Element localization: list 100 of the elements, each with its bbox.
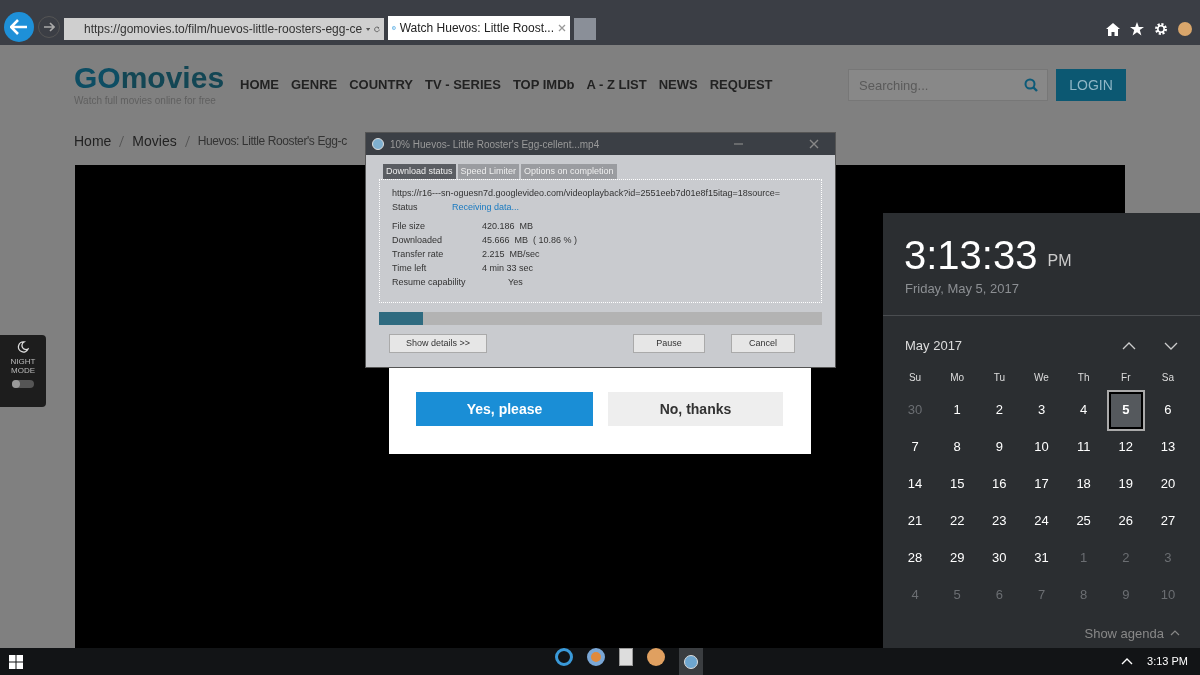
status-value: Receiving data... <box>452 201 520 214</box>
home-icon[interactable] <box>1106 22 1120 36</box>
address-bar[interactable]: https://gomovies.to/film/huevos-little-roosters-egg-ce <box>64 18 384 40</box>
field-label: Downloaded <box>392 234 444 247</box>
nav-link[interactable]: A - Z LIST <box>586 75 647 95</box>
nav-link[interactable]: REQUEST <box>709 75 773 95</box>
weekday-label: We <box>1033 370 1050 385</box>
calendar-day[interactable]: 23 <box>978 502 1021 540</box>
nav-link[interactable]: COUNTRY <box>349 75 414 95</box>
calendar-day[interactable]: 27 <box>1146 502 1189 540</box>
dropdown-icon[interactable] <box>366 26 371 32</box>
field-value: Yes <box>508 276 523 289</box>
taskbar-clock[interactable]: 3:13 PM <box>1147 653 1188 670</box>
calendar-day[interactable]: 26 <box>1104 502 1147 540</box>
calendar-day[interactable]: 8 <box>936 428 979 466</box>
app-taskbar-icon[interactable] <box>647 648 665 666</box>
show-agenda-link[interactable]: Show agenda <box>1084 623 1164 643</box>
dialog-title: 10% Huevos- Little Rooster's Egg-cellent...mp4 <box>390 137 601 152</box>
refresh-icon[interactable] <box>374 24 380 34</box>
calendar-day[interactable]: 12 <box>1104 428 1147 466</box>
show-details-button[interactable]: Show details >> <box>389 334 487 353</box>
calendar-day[interactable]: 4 <box>1062 391 1105 429</box>
browser-tab[interactable]: Watch Huevos: Little Roost... <box>388 16 570 40</box>
pause-button[interactable]: Pause <box>633 334 705 353</box>
weekday-label: Tu <box>992 370 1006 385</box>
calendar-day[interactable]: 22 <box>936 502 979 540</box>
field-value: 2.215 MB/sec <box>482 248 540 261</box>
weekday-label: Su <box>907 370 923 385</box>
field-value: 420.186 MB <box>482 220 534 233</box>
calendar-day[interactable]: 10 <box>1020 428 1063 466</box>
clock-ampm: PM <box>1047 251 1072 271</box>
weekday-label: Fr <box>1120 370 1132 385</box>
login-button[interactable]: LOGIN <box>1056 69 1126 101</box>
weekday-label: Mo <box>949 370 966 385</box>
nav-link[interactable]: GENRE <box>291 75 338 95</box>
close-icon[interactable] <box>558 24 566 32</box>
calendar-day[interactable]: 15 <box>936 465 979 503</box>
calendar-day[interactable]: 1 <box>936 391 979 429</box>
calendar-day[interactable]: 25 <box>1062 502 1105 540</box>
settings-icon[interactable] <box>1154 22 1168 36</box>
calendar-day[interactable]: 16 <box>978 465 1021 503</box>
star-icon[interactable] <box>1130 22 1144 36</box>
night-mode-label: NIGHT MODE <box>9 357 37 375</box>
night-mode-toggle[interactable] <box>12 380 34 388</box>
back-arrow-icon <box>10 19 28 35</box>
field-label: Resume capability <box>392 276 467 289</box>
moon-icon <box>17 341 29 353</box>
calendar-day[interactable]: 7 <box>894 428 937 466</box>
download-url: https://r16---sn-oguesn7d.googlevideo.com/videoplayback?id=2551eeb7d01e8f15itag=18source= <box>392 187 782 200</box>
back-button[interactable] <box>4 12 34 42</box>
chevron-up-icon[interactable] <box>1122 341 1136 350</box>
chevron-down-icon[interactable] <box>1164 341 1178 350</box>
breadcrumb-link[interactable]: Movies <box>132 130 177 152</box>
weekday-label: Th <box>1076 370 1091 385</box>
field-label: Status <box>392 201 419 214</box>
calendar-day[interactable]: 30 <box>978 539 1021 577</box>
calendar-day[interactable]: 31 <box>1020 539 1063 577</box>
forward-button[interactable] <box>38 16 60 38</box>
cancel-button[interactable]: Cancel <box>731 334 795 353</box>
no-button[interactable]: No, thanks <box>608 392 783 426</box>
calendar-month[interactable]: May 2017 <box>905 335 1122 356</box>
nav-link[interactable]: NEWS <box>658 75 698 95</box>
calendar-day[interactable]: 19 <box>1104 465 1147 503</box>
calendar-day[interactable]: 28 <box>894 539 937 577</box>
calendar-day[interactable]: 11 <box>1062 428 1105 466</box>
calendar-day[interactable]: 21 <box>894 502 937 540</box>
calendar-day[interactable]: 3 <box>1020 391 1063 429</box>
separator-icon <box>184 135 190 147</box>
chevron-up-icon <box>1170 630 1180 637</box>
windows-start-icon[interactable] <box>9 654 23 669</box>
clock-time: 3:13:33 <box>904 233 1038 277</box>
calendar-day[interactable]: 24 <box>1020 502 1063 540</box>
calendar-day[interactable]: 5 <box>1108 391 1143 429</box>
field-label: Time left <box>392 262 428 275</box>
clock-date: Friday, May 5, 2017 <box>904 280 1020 298</box>
calendar-day[interactable]: 9 <box>978 428 1021 466</box>
calendar-day[interactable]: 14 <box>894 465 937 503</box>
field-label: Transfer rate <box>392 248 445 261</box>
nav-link[interactable]: TV - SERIES <box>425 75 501 95</box>
calendar-day[interactable]: 2 <box>978 391 1021 429</box>
calendar-day[interactable]: 29 <box>936 539 979 577</box>
close-icon[interactable] <box>809 139 819 149</box>
calendar-day[interactable]: 18 <box>1062 465 1105 503</box>
forward-arrow-icon <box>43 22 55 32</box>
download-taskbar-icon[interactable] <box>679 648 703 675</box>
field-value: 45.666 MB ( 10.86 % ) <box>482 234 578 247</box>
nav-link[interactable]: HOME <box>240 75 279 95</box>
calendar-day[interactable]: 20 <box>1146 465 1189 503</box>
calendar-day[interactable]: 13 <box>1146 428 1189 466</box>
breadcrumb-link[interactable]: Home <box>74 130 112 152</box>
yes-button[interactable]: Yes, please <box>416 392 593 426</box>
browser-taskbar-icon[interactable] <box>555 648 573 666</box>
calendar-day[interactable]: 17 <box>1020 465 1063 503</box>
app-icon <box>372 138 384 150</box>
dialog-tab[interactable]: Download status <box>383 164 456 179</box>
nav-link[interactable]: TOP IMDb <box>512 75 575 95</box>
separator-icon <box>119 135 125 147</box>
calendar-day[interactable]: 6 <box>1146 391 1189 429</box>
field-label: File size <box>392 220 426 233</box>
field-value: 4 min 33 sec <box>482 262 534 275</box>
